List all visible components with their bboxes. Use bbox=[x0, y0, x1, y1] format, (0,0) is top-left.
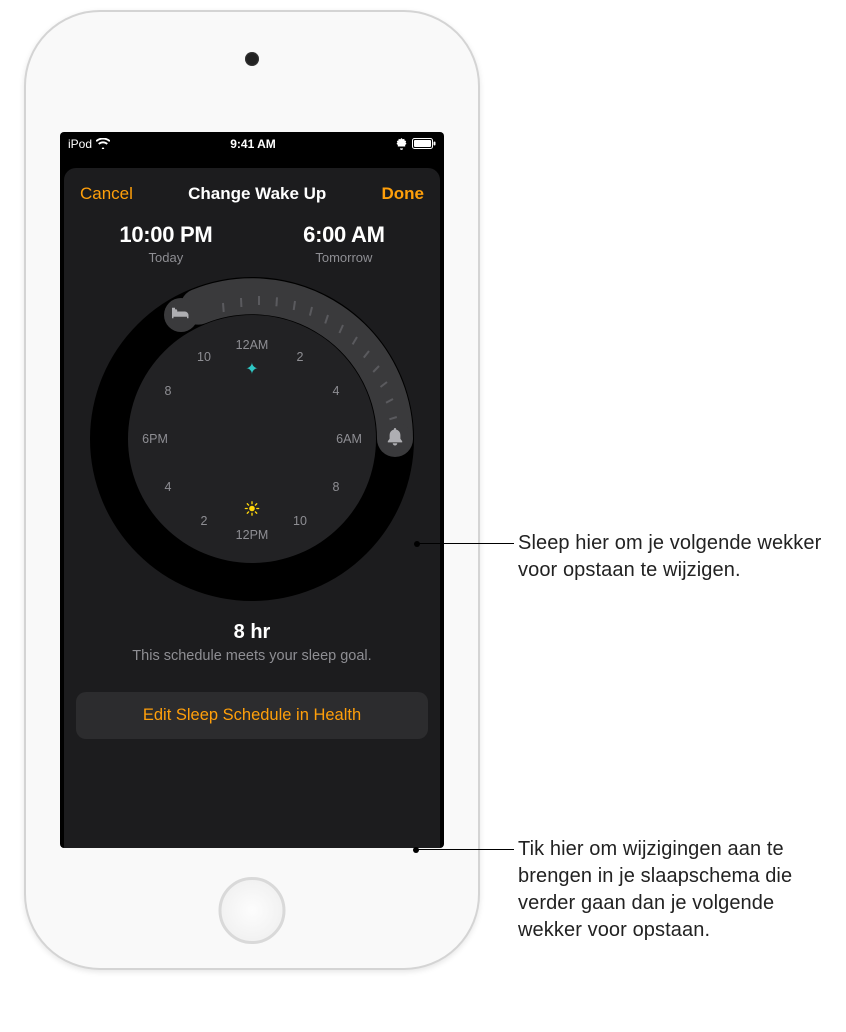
times-row: 10:00 PM Today 6:00 AM Tomorrow bbox=[64, 208, 440, 271]
bedtime-value: 10:00 PM bbox=[119, 222, 212, 248]
front-camera bbox=[245, 52, 259, 66]
device-frame: iPod 9:41 AM Cancel Change Wake Up Done bbox=[24, 10, 480, 970]
dial-2b: 2 bbox=[201, 514, 208, 528]
dial-10: 10 bbox=[293, 514, 307, 528]
nav-bar: Cancel Change Wake Up Done bbox=[64, 176, 440, 208]
callout-2: Tik hier om wijzigingen aan te brengen i… bbox=[518, 836, 838, 944]
night-sparkle-icon: ✦ bbox=[245, 359, 258, 379]
bedtime-day: Today bbox=[119, 250, 212, 265]
sleep-duration: 8 hr bbox=[84, 621, 420, 644]
sleep-summary: 8 hr This schedule meets your sleep goal… bbox=[64, 621, 440, 664]
dial-6am: 6AM bbox=[336, 432, 362, 446]
sleep-goal-message: This schedule meets your sleep goal. bbox=[84, 648, 420, 664]
bell-icon bbox=[386, 428, 404, 451]
dial-8b: 8 bbox=[165, 384, 172, 398]
cancel-button[interactable]: Cancel bbox=[80, 184, 133, 204]
dial-12am: 12AM bbox=[236, 338, 269, 352]
sun-icon bbox=[244, 501, 260, 522]
home-button[interactable] bbox=[219, 877, 286, 944]
alarm-status-icon bbox=[396, 138, 407, 150]
status-bar-time: 9:41 AM bbox=[230, 137, 276, 151]
callout-1: Sleep hier om je volgende wekker voor op… bbox=[518, 530, 838, 584]
wake-day: Tomorrow bbox=[303, 250, 384, 265]
callout-dot bbox=[414, 541, 420, 547]
wifi-icon bbox=[96, 138, 110, 149]
dial-8: 8 bbox=[333, 480, 340, 494]
bedtime-readout: 10:00 PM Today bbox=[119, 222, 212, 265]
callout-line-2 bbox=[416, 849, 514, 850]
dial-12pm: 12PM bbox=[236, 528, 269, 542]
sleep-dial[interactable]: 12AM 2 4 6AM 8 10 12PM 2 4 6PM 8 10 ✦ bbox=[64, 277, 440, 601]
edit-sleep-schedule-button[interactable]: Edit Sleep Schedule in Health bbox=[76, 692, 428, 739]
wake-readout: 6:00 AM Tomorrow bbox=[303, 222, 384, 265]
bedtime-handle[interactable] bbox=[164, 298, 198, 332]
status-bar: iPod 9:41 AM bbox=[60, 132, 444, 152]
bed-icon bbox=[172, 304, 190, 327]
dial-4: 4 bbox=[333, 384, 340, 398]
done-button[interactable]: Done bbox=[382, 184, 425, 204]
change-wakeup-sheet: Cancel Change Wake Up Done 10:00 PM Toda… bbox=[64, 168, 440, 848]
dial-4b: 4 bbox=[165, 480, 172, 494]
nav-title: Change Wake Up bbox=[188, 184, 326, 204]
battery-icon bbox=[412, 138, 436, 149]
callout-dot bbox=[413, 847, 419, 853]
callout-line-1 bbox=[417, 543, 514, 544]
screen: iPod 9:41 AM Cancel Change Wake Up Done bbox=[60, 132, 444, 848]
dial-6pm: 6PM bbox=[142, 432, 168, 446]
wake-value: 6:00 AM bbox=[303, 222, 384, 248]
dial-2: 2 bbox=[297, 350, 304, 364]
carrier-label: iPod bbox=[68, 137, 92, 151]
wakeup-handle[interactable] bbox=[378, 422, 412, 456]
dial-10b: 10 bbox=[197, 350, 211, 364]
